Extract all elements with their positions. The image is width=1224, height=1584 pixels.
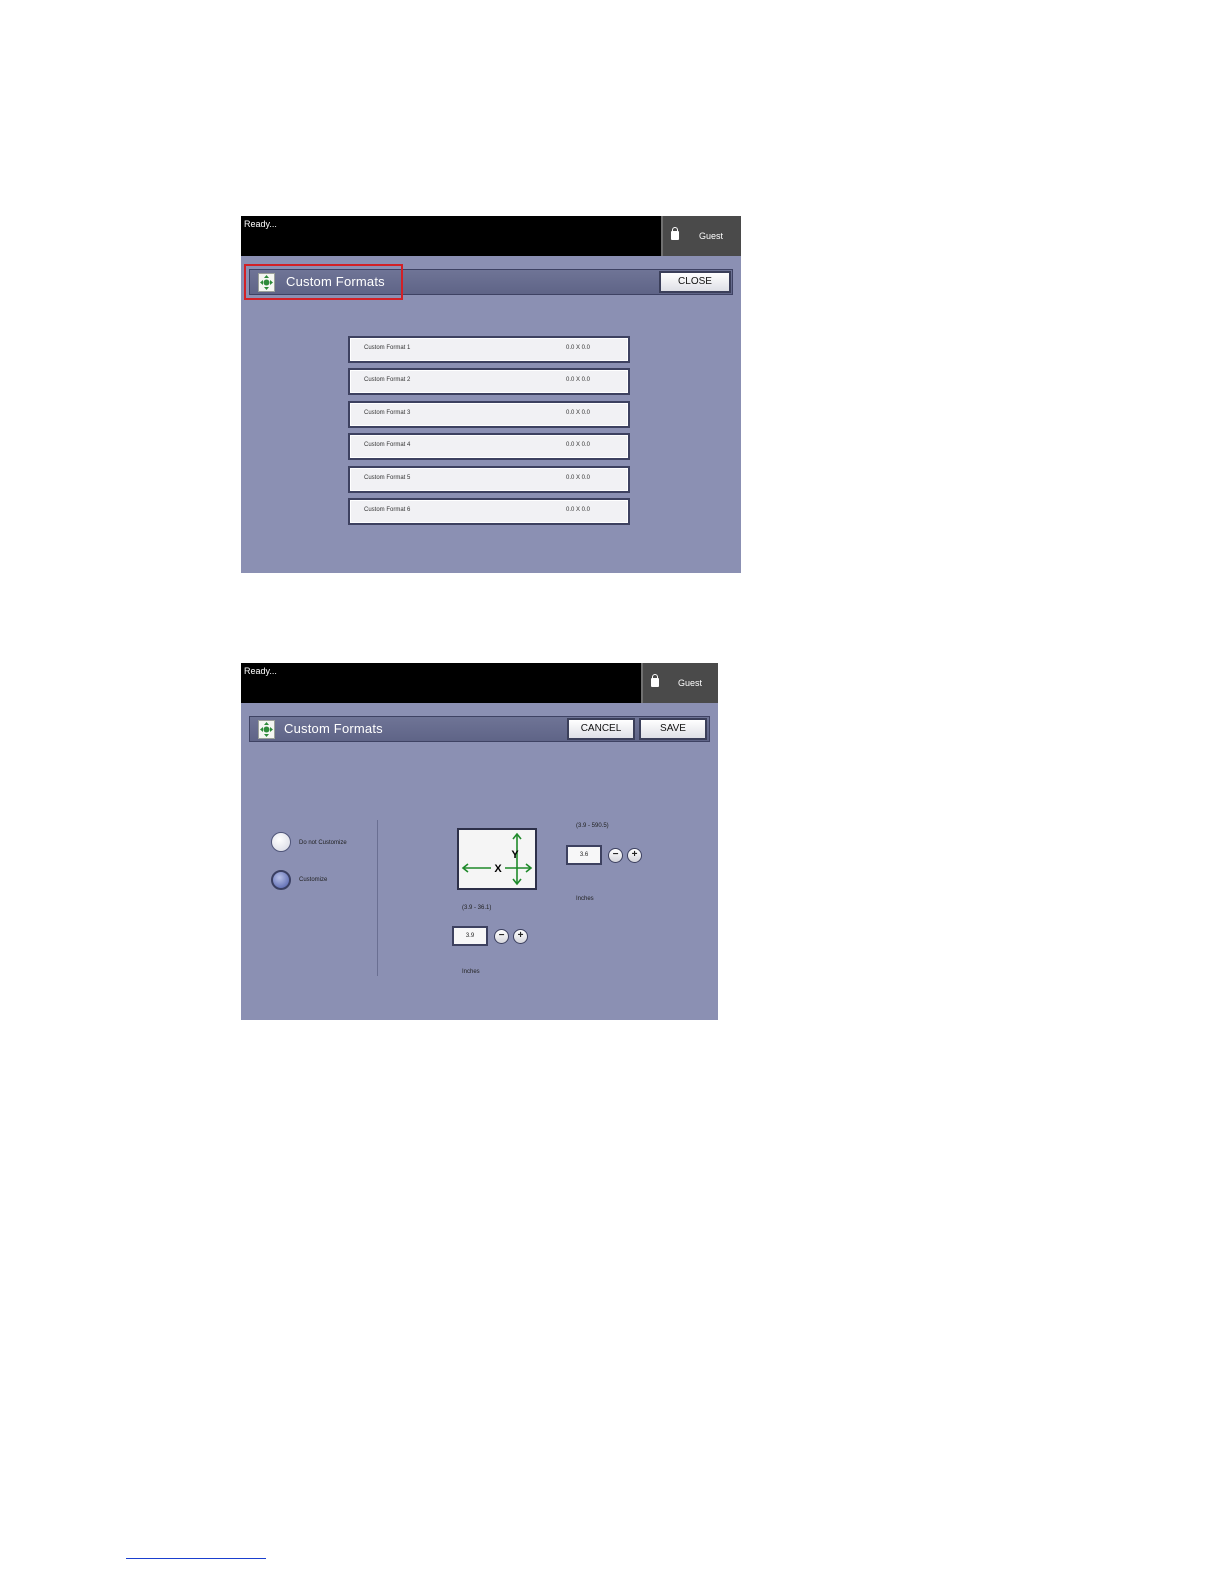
- xy-arrows-icon: X Y: [461, 832, 533, 886]
- x-increment-button[interactable]: +: [513, 929, 528, 944]
- title-bar: Custom Formats CANCEL SAVE: [249, 716, 710, 742]
- x-unit-label: Inches: [462, 969, 480, 975]
- format-row-4[interactable]: Custom Format 4 0.0 X 0.0: [348, 433, 630, 460]
- format-name: Custom Format 1: [364, 345, 411, 351]
- user-button[interactable]: Guest: [661, 216, 741, 256]
- format-size: 0.0 X 0.0: [566, 410, 591, 416]
- y-decrement-button[interactable]: −: [608, 848, 623, 863]
- format-size: 0.0 X 0.0: [566, 377, 591, 383]
- x-value-field[interactable]: 3.9: [452, 926, 488, 946]
- x-decrement-button[interactable]: −: [494, 929, 509, 944]
- footer-link-underline[interactable]: [126, 1558, 266, 1559]
- y-increment-button[interactable]: +: [627, 848, 642, 863]
- format-row-6[interactable]: Custom Format 6 0.0 X 0.0: [348, 498, 630, 525]
- user-label: Guest: [699, 231, 724, 241]
- status-bar: Ready... Guest: [241, 663, 718, 703]
- format-name: Custom Format 3: [364, 410, 411, 416]
- format-size: 0.0 X 0.0: [566, 475, 591, 481]
- cancel-button[interactable]: CANCEL: [567, 718, 635, 740]
- custom-format-edit-screen: Ready... Guest Custom Formats CANCEL SAV…: [241, 663, 718, 1020]
- dimension-diagram: X Y: [457, 828, 537, 890]
- divider: [377, 820, 378, 976]
- y-value-field[interactable]: 3.6: [566, 845, 602, 865]
- save-button[interactable]: SAVE: [639, 718, 707, 740]
- format-name: Custom Format 5: [364, 475, 411, 481]
- format-name: Custom Format 4: [364, 442, 411, 448]
- format-size: 0.0 X 0.0: [566, 345, 591, 351]
- user-label: Guest: [678, 678, 703, 688]
- custom-format-icon: [258, 720, 275, 739]
- do-not-customize-label: Do not Customize: [299, 840, 347, 846]
- user-button[interactable]: Guest: [641, 663, 718, 703]
- format-row-5[interactable]: Custom Format 5 0.0 X 0.0: [348, 466, 630, 493]
- close-button[interactable]: CLOSE: [659, 271, 731, 293]
- lock-icon: [671, 227, 679, 240]
- format-size: 0.0 X 0.0: [566, 507, 591, 513]
- status-text: Ready...: [244, 666, 277, 676]
- lock-icon: [651, 674, 659, 687]
- format-size: 0.0 X 0.0: [566, 442, 591, 448]
- format-name: Custom Format 2: [364, 377, 411, 383]
- y-unit-label: Inches: [576, 896, 594, 902]
- status-bar: Ready... Guest: [241, 216, 741, 256]
- customize-radio[interactable]: [271, 870, 291, 890]
- title-highlight-box: [244, 264, 403, 300]
- do-not-customize-radio[interactable]: [271, 832, 291, 852]
- x-range-label: (3.9 - 36.1): [462, 905, 492, 911]
- y-label: Y: [511, 849, 519, 861]
- format-name: Custom Format 6: [364, 507, 411, 513]
- status-text: Ready...: [244, 219, 277, 229]
- page-title: Custom Formats: [284, 721, 383, 736]
- format-row-2[interactable]: Custom Format 2 0.0 X 0.0: [348, 368, 630, 395]
- x-label: X: [494, 863, 502, 875]
- y-range-label: (3.9 - 590.5): [576, 823, 609, 829]
- format-row-1[interactable]: Custom Format 1 0.0 X 0.0: [348, 336, 630, 363]
- format-row-3[interactable]: Custom Format 3 0.0 X 0.0: [348, 401, 630, 428]
- customize-label: Customize: [299, 877, 328, 883]
- custom-formats-screen: Ready... Guest Custom Formats CLOSE Cust…: [241, 216, 741, 573]
